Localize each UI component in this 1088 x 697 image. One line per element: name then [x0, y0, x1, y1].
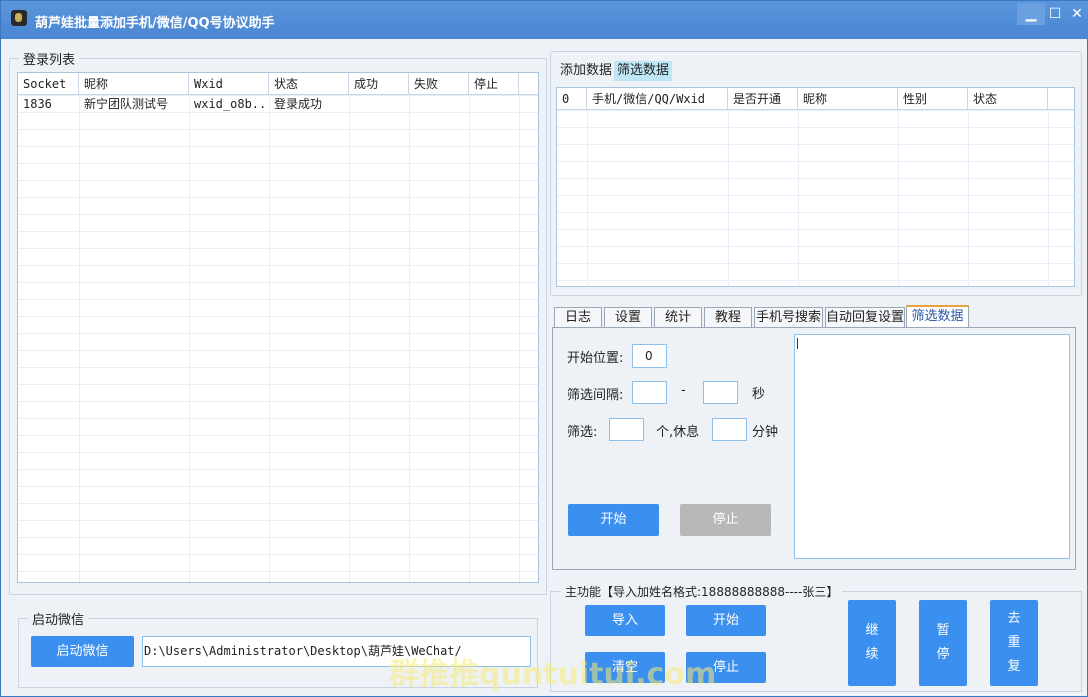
login-list-label: 登录列表 [19, 49, 80, 68]
column-header-nickname[interactable]: 昵称 [798, 88, 898, 110]
login-table[interactable]: Socket 昵称 Wxid 状态 成功 失败 停止 1836 新宁团队测试号 … [17, 72, 539, 583]
grid-line [798, 110, 799, 286]
interval-to-input[interactable] [703, 381, 738, 404]
main-start-button[interactable]: 开始 [686, 605, 766, 636]
interval-unit-label: 秒 [752, 387, 766, 402]
pause-button[interactable]: 暂 停 [919, 600, 967, 686]
start-position-label: 开始位置: [567, 351, 624, 366]
start-position-input[interactable]: 0 [632, 344, 667, 368]
watermark-text: 群推推quntuitui.com [389, 657, 717, 692]
interval-dash: - [681, 383, 686, 398]
grid-line [519, 95, 520, 582]
pause-char-1: 暂 [936, 623, 950, 638]
filter-count-label: 筛选: [567, 425, 598, 440]
grid-line [349, 95, 350, 582]
grid-line [728, 110, 729, 286]
start-wechat-button[interactable]: 启动微信 [31, 636, 134, 667]
filter-log-area[interactable] [794, 334, 1070, 559]
rest-minutes-input[interactable] [712, 418, 747, 441]
tab-add-data[interactable]: 添加数据 [557, 61, 615, 81]
continue-button[interactable]: 继 续 [848, 600, 896, 686]
column-header-wxid[interactable]: Wxid [189, 73, 269, 95]
interval-from-input[interactable] [632, 381, 667, 404]
dedupe-button[interactable]: 去 重 复 [990, 600, 1038, 686]
grid-line [1048, 110, 1049, 286]
grid-line [968, 110, 969, 286]
grid-line [587, 110, 588, 286]
grid-line [269, 95, 270, 582]
tab-phone-search[interactable]: 手机号搜索 [754, 307, 823, 327]
filter-table[interactable]: 0 手机/微信/QQ/Wxid 是否开通 昵称 性别 状态 [556, 87, 1075, 287]
table-row[interactable]: 1836 新宁团队测试号 wxid_o8b... 登录成功 [18, 96, 538, 113]
tab-filter-data-panel[interactable]: 筛选数据 [906, 305, 969, 327]
filter-stop-button[interactable]: 停止 [680, 504, 771, 536]
window-title: 葫芦娃批量添加手机/微信/QQ号协议助手 [35, 16, 275, 31]
import-button[interactable]: 导入 [585, 605, 665, 636]
column-header-nickname[interactable]: 昵称 [79, 73, 189, 95]
dedupe-char-1: 去 [1007, 611, 1021, 626]
column-header-gender[interactable]: 性别 [898, 88, 968, 110]
grid-line [898, 110, 899, 286]
column-header-index[interactable]: 0 [557, 88, 587, 110]
app-logo-icon [11, 10, 27, 26]
start-wechat-label: 启动微信 [28, 609, 89, 628]
main-function-label: 主功能【导入加姓名格式:18888888888----张三】 [561, 583, 843, 600]
column-header-opened[interactable]: 是否开通 [728, 88, 798, 110]
cell-status: 登录成功 [274, 97, 323, 111]
column-header-status[interactable]: 状态 [269, 73, 349, 95]
cell-wxid: wxid_o8b... [194, 97, 269, 111]
cell-socket: 1836 [23, 97, 52, 111]
tab-stats[interactable]: 统计 [654, 307, 702, 327]
login-table-body [18, 95, 538, 582]
text-caret [797, 338, 798, 349]
continue-char-2: 续 [865, 647, 879, 662]
filter-count-suffix: 个,休息 [656, 425, 700, 440]
cell-nickname: 新宁团队测试号 [84, 97, 169, 111]
title-bar[interactable]: 葫芦娃批量添加手机/微信/QQ号协议助手 ▁ ☐ ✕ [1, 1, 1088, 39]
column-header-account[interactable]: 手机/微信/QQ/Wxid [587, 88, 728, 110]
tab-filter-data[interactable]: 筛选数据 [614, 61, 673, 81]
grid-line [79, 95, 80, 582]
grid-line [469, 95, 470, 582]
filter-table-body [557, 110, 1074, 286]
tab-log[interactable]: 日志 [554, 307, 602, 327]
column-header-socket[interactable]: Socket [18, 73, 79, 95]
grid-line [409, 95, 410, 582]
column-header-success[interactable]: 成功 [349, 73, 409, 95]
tab-auto-reply[interactable]: 自动回复设置 [825, 307, 905, 327]
close-button[interactable]: ✕ [1063, 3, 1088, 25]
tab-tutorial[interactable]: 教程 [704, 307, 752, 327]
dedupe-char-2: 重 [1007, 635, 1021, 650]
dedupe-char-3: 复 [1007, 659, 1021, 674]
main-window: 葫芦娃批量添加手机/微信/QQ号协议助手 ▁ ☐ ✕ 登录列表 Socket 昵… [0, 0, 1088, 697]
login-table-header: Socket 昵称 Wxid 状态 成功 失败 停止 [18, 73, 538, 95]
filter-interval-label: 筛选间隔: [567, 388, 624, 403]
column-header-fail[interactable]: 失败 [409, 73, 469, 95]
continue-char-1: 继 [865, 623, 879, 638]
filter-count-input[interactable] [609, 418, 644, 441]
grid-line [189, 95, 190, 582]
column-header-status[interactable]: 状态 [968, 88, 1048, 110]
filter-start-button[interactable]: 开始 [568, 504, 659, 536]
tab-settings[interactable]: 设置 [604, 307, 652, 327]
column-header-stop[interactable]: 停止 [469, 73, 519, 95]
pause-char-2: 停 [936, 647, 950, 662]
filter-table-header: 0 手机/微信/QQ/Wxid 是否开通 昵称 性别 状态 [557, 88, 1074, 110]
rest-unit-label: 分钟 [752, 425, 779, 440]
